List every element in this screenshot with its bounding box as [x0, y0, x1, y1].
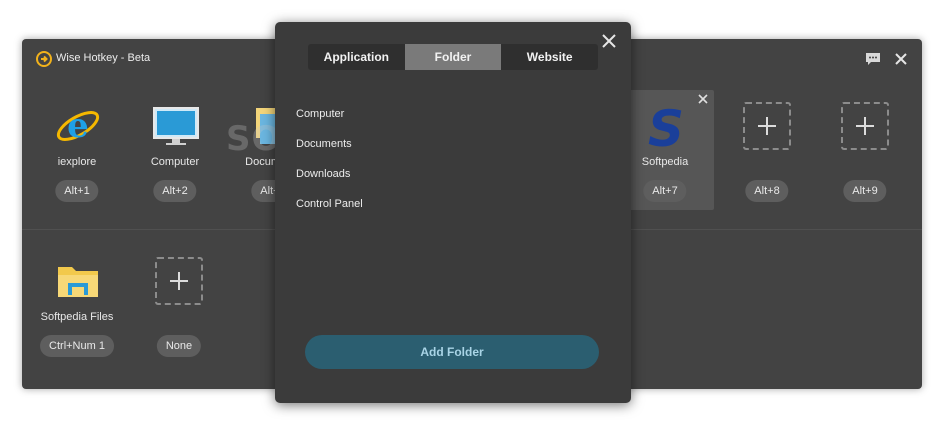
slot-label: Softpedia Files [40, 311, 114, 323]
close-icon[interactable] [601, 33, 617, 49]
hotkey-slot-empty[interactable]: Alt+8 [718, 90, 816, 210]
folder-item-downloads[interactable]: Downloads [296, 166, 363, 196]
softpedia-icon: S [642, 102, 690, 150]
add-icon[interactable] [155, 257, 203, 305]
monitor-icon [152, 102, 200, 150]
hotkey-pill[interactable]: Alt+8 [745, 180, 789, 202]
hotkey-pill[interactable]: Alt+1 [55, 180, 99, 202]
remove-icon[interactable] [698, 94, 708, 104]
tab-application[interactable]: Application [308, 44, 405, 70]
slot-label: iexplore [57, 156, 97, 168]
close-button[interactable] [892, 50, 910, 68]
app-title: Wise Hotkey - Beta [56, 52, 151, 64]
hotkey-pill[interactable]: Alt+2 [153, 180, 197, 202]
slot-label: Computer [150, 156, 200, 168]
internet-explorer-icon: e [54, 102, 102, 150]
tab-website[interactable]: Website [501, 44, 598, 70]
app-logo-icon [36, 51, 52, 67]
hotkey-slot-empty[interactable]: None [130, 245, 228, 365]
folder-item-documents[interactable]: Documents [296, 136, 363, 166]
add-folder-button[interactable]: Add Folder [305, 335, 599, 369]
hotkey-pill[interactable]: None [156, 335, 202, 357]
svg-text:e: e [67, 106, 89, 146]
folder-list: Computer Documents Downloads Control Pan… [296, 106, 363, 226]
chat-bubble-icon [866, 53, 880, 65]
hotkey-slot-empty[interactable]: Alt+9 [816, 90, 914, 210]
hotkey-pill[interactable]: Alt+9 [843, 180, 887, 202]
feedback-button[interactable] [864, 50, 882, 68]
close-icon [895, 53, 907, 65]
hotkey-slot-softpedia-files[interactable]: Softpedia Files Ctrl+Num 1 [28, 245, 126, 365]
hotkey-pill[interactable]: Ctrl+Num 1 [40, 335, 114, 357]
add-hotkey-dialog: Application Folder Website Computer Docu… [275, 22, 631, 403]
hotkey-pill[interactable]: Alt+7 [643, 180, 687, 202]
folder-item-control-panel[interactable]: Control Panel [296, 196, 363, 226]
hotkey-slot-iexplore[interactable]: e iexplore Alt+1 [28, 90, 126, 210]
folder-item-computer[interactable]: Computer [296, 106, 363, 136]
svg-text:S: S [648, 102, 684, 150]
hotkey-slot-computer[interactable]: Computer Alt+2 [126, 90, 224, 210]
tab-folder[interactable]: Folder [404, 44, 502, 70]
add-icon[interactable] [841, 102, 889, 150]
folder-icon [54, 257, 102, 305]
tab-bar: Application Folder Website [308, 44, 598, 70]
add-icon[interactable] [743, 102, 791, 150]
